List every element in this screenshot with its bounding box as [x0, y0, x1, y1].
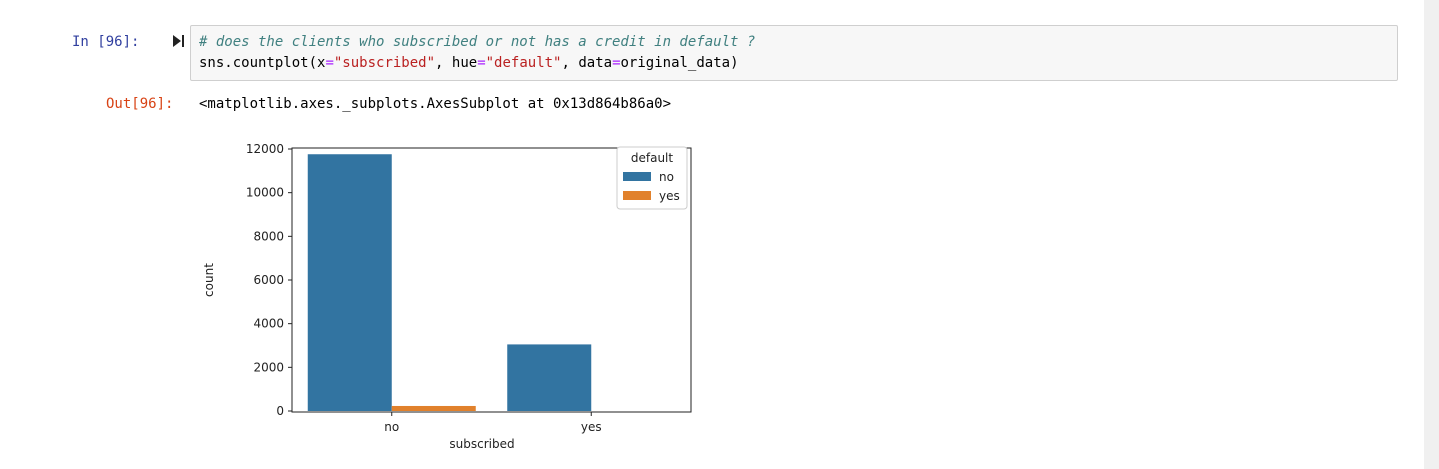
code-operator: = — [612, 55, 621, 71]
legend-label-no: no — [659, 170, 674, 184]
code-operator: = — [325, 55, 334, 71]
run-cell-icon[interactable] — [171, 34, 185, 48]
code-token: original_data) — [620, 55, 739, 71]
bar-yes-no — [507, 344, 592, 411]
code-token: , hue — [435, 55, 478, 71]
output-prompt: Out[96]: — [106, 96, 174, 112]
code-string: "subscribed" — [333, 55, 436, 71]
code-string: "default" — [485, 55, 562, 71]
y-tick-label: 8000 — [253, 229, 284, 243]
input-prompt: In [96]: — [72, 34, 140, 50]
bars-group — [307, 154, 592, 412]
y-tick-label: 10000 — [246, 186, 284, 200]
code-cell-input[interactable]: # does the clients who subscribed or not… — [190, 25, 1398, 81]
code-operator: = — [477, 55, 486, 71]
code-token: , data — [561, 55, 613, 71]
legend-title: default — [631, 151, 674, 165]
code-comment: # does the clients who subscribed or not… — [199, 34, 756, 50]
code-statement-line: sns.countplot(x="subscribed", hue="defau… — [199, 54, 739, 72]
code-token: sns.countplot(x — [199, 55, 326, 71]
y-tick-label: 4000 — [253, 317, 284, 331]
y-tick-label: 12000 — [246, 142, 284, 156]
countplot-chart: 020004000600080001000012000 no yes count … — [202, 142, 692, 451]
legend-label-yes: yes — [659, 189, 680, 203]
x-axis-label: subscribed — [449, 437, 514, 451]
y-tick-label: 0 — [276, 404, 284, 418]
x-axis: no yes — [384, 412, 602, 434]
y-tick-label: 2000 — [253, 360, 284, 374]
code-comment-line: # does the clients who subscribed or not… — [199, 33, 755, 51]
legend-swatch-yes — [623, 191, 651, 200]
legend-swatch-no — [623, 172, 651, 181]
output-text: <matplotlib.axes._subplots.AxesSubplot a… — [199, 96, 672, 112]
legend: default no yes — [616, 146, 688, 210]
y-tick-label: 6000 — [253, 273, 284, 287]
y-axis-label: count — [202, 263, 216, 297]
vertical-scrollbar[interactable] — [1424, 0, 1439, 469]
x-tick-label: no — [384, 420, 399, 434]
y-axis: 0 2000 4000 6000 8000 10000 12000 — [246, 142, 292, 418]
bar-no-no — [307, 154, 392, 412]
x-tick-label: yes — [581, 420, 602, 434]
bar-no-yes — [391, 405, 476, 411]
